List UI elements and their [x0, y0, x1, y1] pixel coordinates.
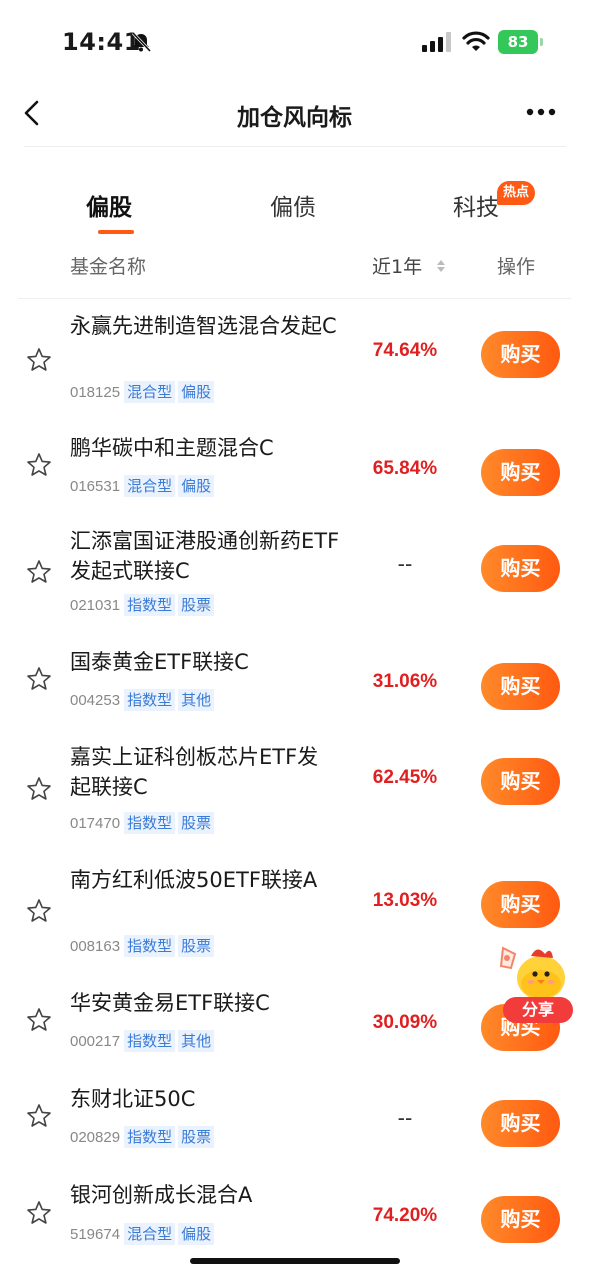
fund-style-tag: 偏股	[178, 1223, 215, 1245]
star-icon[interactable]	[26, 559, 52, 585]
fund-type-tag: 混合型	[124, 381, 176, 403]
tab-bond-biased[interactable]: 偏债	[270, 188, 316, 222]
nav-header: 加仓风向标	[0, 88, 589, 148]
buy-button[interactable]: 购买	[481, 1100, 560, 1147]
fund-code: 017470	[70, 814, 121, 832]
buy-button[interactable]: 购买	[481, 758, 560, 805]
fund-type-tag: 指数型	[124, 689, 176, 711]
star-icon[interactable]	[26, 1103, 52, 1129]
fund-code: 018125	[70, 383, 121, 401]
one-year-return: --	[397, 1105, 413, 1130]
hot-badge: 热点	[497, 181, 536, 205]
fund-code: 016531	[70, 477, 121, 495]
fund-meta: 004253 指数型 其他	[70, 688, 217, 712]
fund-style-tag: 股票	[178, 1126, 215, 1148]
list-divider	[18, 298, 571, 299]
star-icon[interactable]	[26, 898, 52, 924]
buy-button[interactable]: 购买	[481, 663, 560, 710]
fund-type-tag: 混合型	[124, 475, 176, 497]
sort-icon[interactable]	[436, 258, 446, 274]
one-year-return: 74.64%	[372, 340, 438, 361]
star-icon[interactable]	[26, 1007, 52, 1033]
fund-type-tag: 指数型	[124, 935, 176, 957]
list-column-header: 基金名称 近1年 操作	[0, 252, 589, 282]
fund-style-tag: 偏股	[178, 475, 215, 497]
star-icon[interactable]	[26, 776, 52, 802]
buy-button[interactable]: 购买	[481, 545, 560, 592]
tab-technology[interactable]: 科技	[453, 188, 499, 222]
home-indicator	[190, 1258, 400, 1264]
fund-type-tag: 指数型	[124, 1126, 176, 1148]
fund-name: 永赢先进制造智选混合发起C	[70, 314, 337, 338]
fund-type-tag: 指数型	[124, 1030, 176, 1052]
one-year-return: 74.20%	[372, 1205, 438, 1226]
buy-button[interactable]: 购买	[481, 881, 560, 928]
status-bar: 14:41 83	[0, 0, 589, 88]
share-button[interactable]: 分享	[503, 997, 573, 1023]
fund-code: 519674	[70, 1225, 121, 1243]
fund-name: 东财北证50C	[70, 1087, 196, 1111]
fund-name: 国泰黄金ETF联接C	[70, 650, 249, 674]
fund-name: 南方红利低波50ETF联接A	[70, 868, 318, 892]
cellular-signal-icon	[422, 32, 451, 52]
star-icon[interactable]	[26, 452, 52, 478]
buy-button[interactable]: 购买	[481, 331, 560, 378]
header-divider	[24, 146, 566, 147]
fund-meta: 008163 指数型 股票	[70, 934, 217, 958]
buy-button[interactable]: 购买	[481, 449, 560, 496]
fund-code: 004253	[70, 691, 121, 709]
fund-style-tag: 股票	[178, 594, 215, 616]
fund-name: 银河创新成长混合A	[70, 1183, 253, 1207]
fund-type-tag: 指数型	[124, 594, 176, 616]
active-tab-indicator	[98, 230, 134, 234]
fund-meta: 017470 指数型 股票	[70, 811, 217, 835]
fund-style-tag: 其他	[178, 689, 215, 711]
one-year-return: 30.09%	[372, 1012, 438, 1033]
battery-indicator: 83	[498, 30, 538, 54]
one-year-return: 13.03%	[372, 890, 438, 911]
fund-type-tag: 混合型	[124, 1223, 176, 1245]
fund-meta: 016531 混合型 偏股	[70, 474, 217, 498]
fund-meta: 021031 指数型 股票	[70, 593, 217, 617]
more-options-icon[interactable]	[524, 102, 558, 122]
fund-name: 汇添富国证港股通创新药ETF发起式联接C	[70, 529, 340, 583]
fund-meta: 020829 指数型 股票	[70, 1125, 217, 1149]
fund-code: 000217	[70, 1032, 121, 1050]
column-one-year-return[interactable]: 近1年	[372, 252, 422, 279]
fund-meta: 000217 指数型 其他	[70, 1029, 217, 1053]
fund-code: 021031	[70, 596, 121, 614]
page-title: 加仓风向标	[237, 105, 352, 131]
fund-code: 008163	[70, 937, 121, 955]
fund-name: 嘉实上证科创板芯片ETF发起联接C	[70, 745, 319, 799]
fund-type-tag: 指数型	[124, 812, 176, 834]
fund-meta: 018125 混合型 偏股	[70, 380, 217, 404]
one-year-return: 62.45%	[372, 767, 438, 788]
one-year-return: 31.06%	[372, 671, 438, 692]
fund-meta: 519674 混合型 偏股	[70, 1222, 217, 1246]
one-year-return: --	[397, 551, 413, 576]
star-icon[interactable]	[26, 347, 52, 373]
star-icon[interactable]	[26, 666, 52, 692]
fund-style-tag: 其他	[178, 1030, 215, 1052]
fund-name: 鹏华碳中和主题混合C	[70, 436, 274, 460]
buy-button[interactable]: 购买	[481, 1196, 560, 1243]
battery-tip	[540, 38, 543, 46]
fund-code: 020829	[70, 1128, 121, 1146]
column-action: 操作	[497, 256, 536, 278]
fund-name: 华安黄金易ETF联接C	[70, 991, 270, 1015]
one-year-return: 65.84%	[372, 458, 438, 479]
wifi-icon	[462, 31, 490, 51]
star-icon[interactable]	[26, 1200, 52, 1226]
fund-style-tag: 股票	[178, 812, 215, 834]
tab-stock-biased[interactable]: 偏股	[86, 188, 132, 222]
fund-style-tag: 偏股	[178, 381, 215, 403]
muted-bell-icon	[131, 31, 152, 53]
column-fund-name: 基金名称	[70, 256, 147, 278]
fund-style-tag: 股票	[178, 935, 215, 957]
